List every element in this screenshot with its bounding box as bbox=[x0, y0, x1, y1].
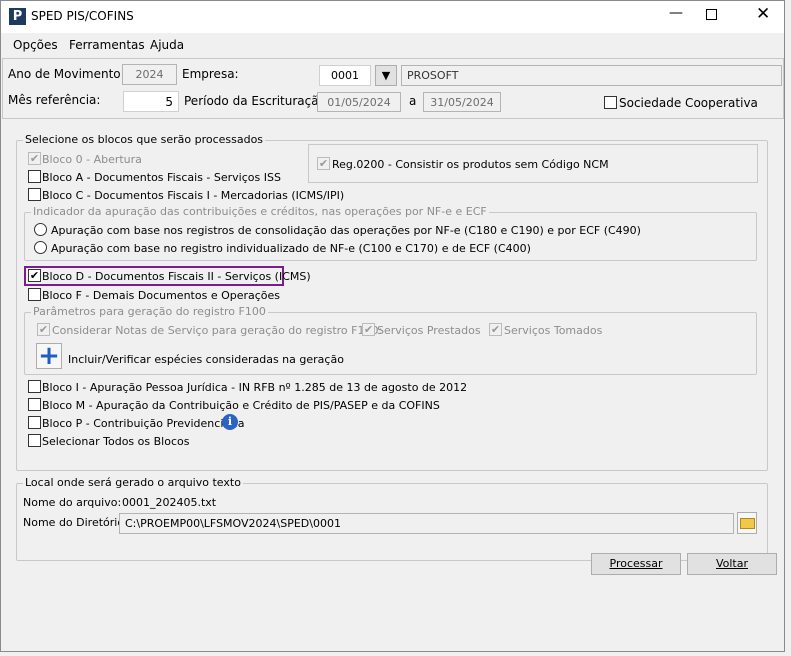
app-logo-icon: P bbox=[9, 8, 26, 25]
f100-considerar-checkbox[interactable]: ✔ bbox=[37, 323, 50, 336]
minimize-button[interactable]: — bbox=[661, 5, 691, 29]
periodo-sep: a bbox=[409, 94, 417, 108]
sped-window: P SPED PIS/COFINS — ✕ Opções Ferramentas… bbox=[0, 0, 785, 652]
blocoI-checkbox[interactable] bbox=[28, 380, 41, 393]
blocoP-label: Bloco P - Contribuição Previdenciária bbox=[42, 417, 245, 430]
ano-label: Ano de Movimento: bbox=[8, 67, 125, 81]
mes-input[interactable]: 5 bbox=[123, 91, 179, 112]
blocoC-label: Bloco C - Documentos Fiscais I - Mercado… bbox=[42, 189, 345, 202]
menu-opcoes[interactable]: Opções bbox=[13, 38, 58, 52]
radio-individualizado-label: Apuração com base no registro individual… bbox=[51, 242, 531, 255]
reg0200-label: Reg.0200 - Consistir os produtos sem Cód… bbox=[332, 158, 609, 171]
blocoA-label: Bloco A - Documentos Fiscais - Serviços … bbox=[42, 171, 281, 184]
periodo-label: Período da Escrituração: bbox=[184, 94, 330, 108]
maximize-button[interactable] bbox=[706, 9, 717, 20]
arquivo-value: 0001_202405.txt bbox=[122, 496, 217, 509]
blocoM-label: Bloco M - Apuração da Contribuição e Cré… bbox=[42, 399, 440, 412]
bloco0-label: Bloco 0 - Abertura bbox=[42, 153, 142, 166]
indicador-title: Indicador da apuração das contribuições … bbox=[31, 205, 489, 218]
blocoD-checkbox[interactable]: ✔ bbox=[28, 269, 41, 282]
blocoF-label: Bloco F - Demais Documentos e Operações bbox=[42, 289, 281, 302]
arquivo-label: Nome do arquivo: bbox=[23, 496, 122, 509]
f100-prestados-label: Serviços Prestados bbox=[377, 324, 481, 337]
empresa-label: Empresa: bbox=[182, 67, 239, 81]
blocoC-checkbox[interactable] bbox=[28, 188, 41, 201]
menu-ajuda[interactable]: Ajuda bbox=[150, 38, 184, 52]
todos-checkbox[interactable] bbox=[28, 434, 41, 447]
blocoA-checkbox[interactable] bbox=[28, 170, 41, 183]
close-button[interactable]: ✕ bbox=[756, 4, 770, 24]
blocoI-label: Bloco I - Apuração Pessoa Jurídica - IN … bbox=[42, 381, 468, 394]
processar-button[interactable]: Processar bbox=[591, 553, 681, 575]
f100-tomados-label: Serviços Tomados bbox=[504, 324, 603, 337]
blocoD-label: Bloco D - Documentos Fiscais II - Serviç… bbox=[42, 270, 311, 283]
voltar-button[interactable]: Voltar bbox=[687, 553, 777, 575]
todos-label: Selecionar Todos os Blocos bbox=[42, 435, 190, 448]
radio-consolidacao[interactable] bbox=[34, 223, 47, 236]
menu-ferramentas[interactable]: Ferramentas bbox=[69, 38, 145, 52]
f100-considerar-label: Considerar Notas de Serviço para geração… bbox=[52, 324, 383, 337]
blocoP-checkbox[interactable] bbox=[28, 416, 41, 429]
empresa-name-field: PROSOFT bbox=[401, 65, 782, 86]
info-icon[interactable]: i bbox=[222, 414, 238, 430]
folder-open-icon bbox=[740, 518, 755, 529]
blocoM-checkbox[interactable] bbox=[28, 398, 41, 411]
ano-field: 2024 bbox=[122, 64, 177, 85]
f100-title: Parâmetros para geração do registro F100 bbox=[31, 305, 268, 318]
dir-field[interactable]: C:\PROEMP00\LFSMOV2024\SPED\0001 bbox=[119, 513, 734, 534]
reg0200-checkbox[interactable]: ✔ bbox=[317, 157, 330, 170]
empresa-code-input[interactable]: 0001 bbox=[319, 65, 371, 86]
radio-individualizado[interactable] bbox=[34, 241, 47, 254]
radio-consolidacao-label: Apuração com base nos registros de conso… bbox=[51, 224, 641, 237]
f100-prestados-checkbox[interactable]: ✔ bbox=[362, 323, 375, 336]
cooperativa-checkbox[interactable] bbox=[604, 96, 617, 109]
periodo-fim-field: 31/05/2024 bbox=[423, 92, 501, 112]
window-title: SPED PIS/COFINS bbox=[31, 9, 134, 23]
blocos-group-title: Selecione os blocos que serão processado… bbox=[23, 133, 266, 146]
periodo-inicio-field: 01/05/2024 bbox=[317, 92, 401, 112]
f100-tomados-checkbox[interactable]: ✔ bbox=[489, 323, 502, 336]
f100-incluir-label: Incluir/Verificar espécies consideradas … bbox=[68, 353, 344, 366]
blocoF-checkbox[interactable] bbox=[28, 288, 41, 301]
folder-browse-button[interactable] bbox=[737, 512, 757, 534]
f100-incluir-button[interactable]: + bbox=[36, 343, 62, 369]
title-bar: P SPED PIS/COFINS — ✕ bbox=[1, 1, 784, 33]
mes-label: Mês referência: bbox=[8, 93, 101, 107]
local-title: Local onde será gerado o arquivo texto bbox=[23, 476, 243, 489]
dir-label: Nome do Diretório: bbox=[23, 516, 128, 529]
cooperativa-label: Sociedade Cooperativa bbox=[619, 96, 758, 110]
empresa-dropdown-button[interactable]: ▼ bbox=[375, 65, 397, 86]
bloco0-checkbox: ✔ bbox=[28, 152, 41, 165]
